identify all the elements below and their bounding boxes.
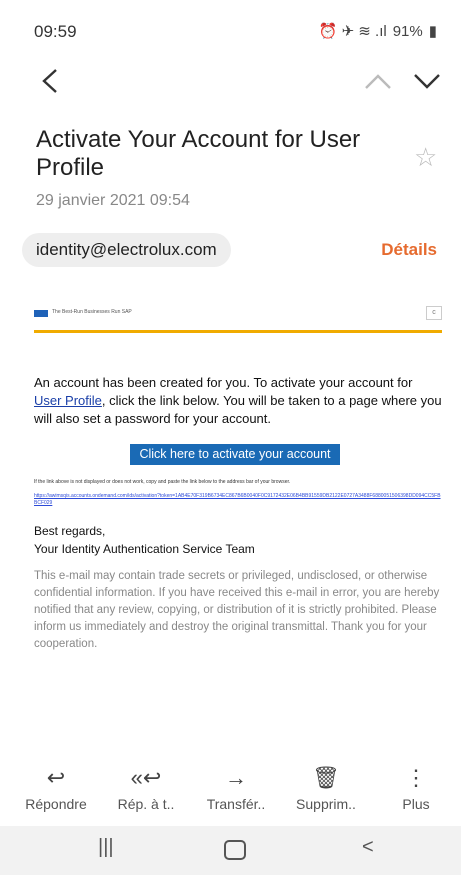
sap-logo [34, 310, 48, 317]
activation-url-link[interactable]: https://awimsqis.accounts.ondemand.com/i… [34, 493, 442, 507]
delete-label: Supprim.. [296, 796, 356, 812]
intro-text-start: An account has been created for you. To … [34, 375, 413, 390]
reply-all-icon: «↩ [130, 765, 162, 790]
trash-icon: 🗑 [312, 765, 340, 790]
forward-label: Transfér.. [206, 796, 266, 812]
reply-all-label: Rép. à t.. [117, 796, 175, 812]
fallback-instructions: If the link above is not displayed or do… [34, 479, 291, 485]
system-navigation-bar: ||| < [0, 826, 461, 875]
reply-label: Répondre [25, 796, 87, 812]
action-bar: ↩ Répondre «↩ Rép. à t.. → Transfér.. 🗑 … [0, 764, 461, 824]
forward-button[interactable]: → Transfér.. [192, 764, 280, 812]
status-icons: ⏰ ✈ ≋ .ıl 91% ▮ [318, 22, 437, 41]
status-bar: 09:59 ⏰ ✈ ≋ .ıl 91% ▮ [0, 0, 461, 56]
battery-icon: ▮ [428, 23, 437, 40]
team-name: Your Identity Authentication Service Tea… [34, 542, 255, 556]
details-link[interactable]: Détails [381, 240, 437, 260]
battery-level: 91% [392, 22, 423, 40]
email-banner: The Best-Run Businesses Run SAP c [34, 300, 442, 333]
broken-image-icon: c [426, 306, 442, 320]
intro-paragraph: An account has been created for you. To … [34, 374, 442, 428]
more-button[interactable]: ⋮ Plus [372, 764, 460, 812]
activate-account-button[interactable]: Click here to activate your account [130, 444, 340, 465]
sender-chip[interactable]: identity@electrolux.com [22, 233, 231, 267]
previous-email-button[interactable] [363, 66, 393, 96]
chevron-up-icon [365, 74, 391, 89]
delete-button[interactable]: 🗑 Supprim.. [282, 764, 370, 812]
recents-icon[interactable]: ||| [98, 836, 114, 859]
chevron-left-icon [42, 69, 57, 93]
top-navigation [0, 60, 461, 104]
user-profile-link[interactable]: User Profile [34, 393, 102, 408]
back-icon[interactable]: < [362, 836, 374, 859]
next-email-button[interactable] [412, 66, 442, 96]
disclaimer: This e-mail may contain trade secrets or… [34, 570, 440, 650]
forward-icon: → [225, 765, 247, 790]
star-button[interactable]: ☆ [414, 142, 437, 173]
regards-line: Best regards, [34, 524, 106, 538]
reply-icon: ↩ [46, 765, 66, 790]
signature: Best regards, Your Identity Authenticati… [34, 522, 255, 558]
email-date: 29 janvier 2021 09:54 [36, 192, 190, 209]
back-button[interactable] [36, 64, 66, 98]
home-icon[interactable] [224, 840, 246, 860]
chevron-down-icon [414, 74, 440, 89]
more-vertical-icon: ⋮ [405, 765, 427, 790]
banner-tagline: The Best-Run Businesses Run SAP [52, 309, 132, 315]
reply-all-button[interactable]: «↩ Rép. à t.. [102, 764, 190, 812]
email-body: The Best-Run Businesses Run SAP c An acc… [34, 300, 442, 650]
email-subject: Activate Your Account for User Profile [36, 126, 361, 181]
reply-button[interactable]: ↩ Répondre [12, 764, 100, 812]
status-indicators: ⏰ ✈ ≋ .ıl [318, 23, 387, 40]
star-icon: ☆ [414, 142, 438, 172]
more-label: Plus [402, 796, 430, 812]
status-time: 09:59 [34, 22, 77, 41]
